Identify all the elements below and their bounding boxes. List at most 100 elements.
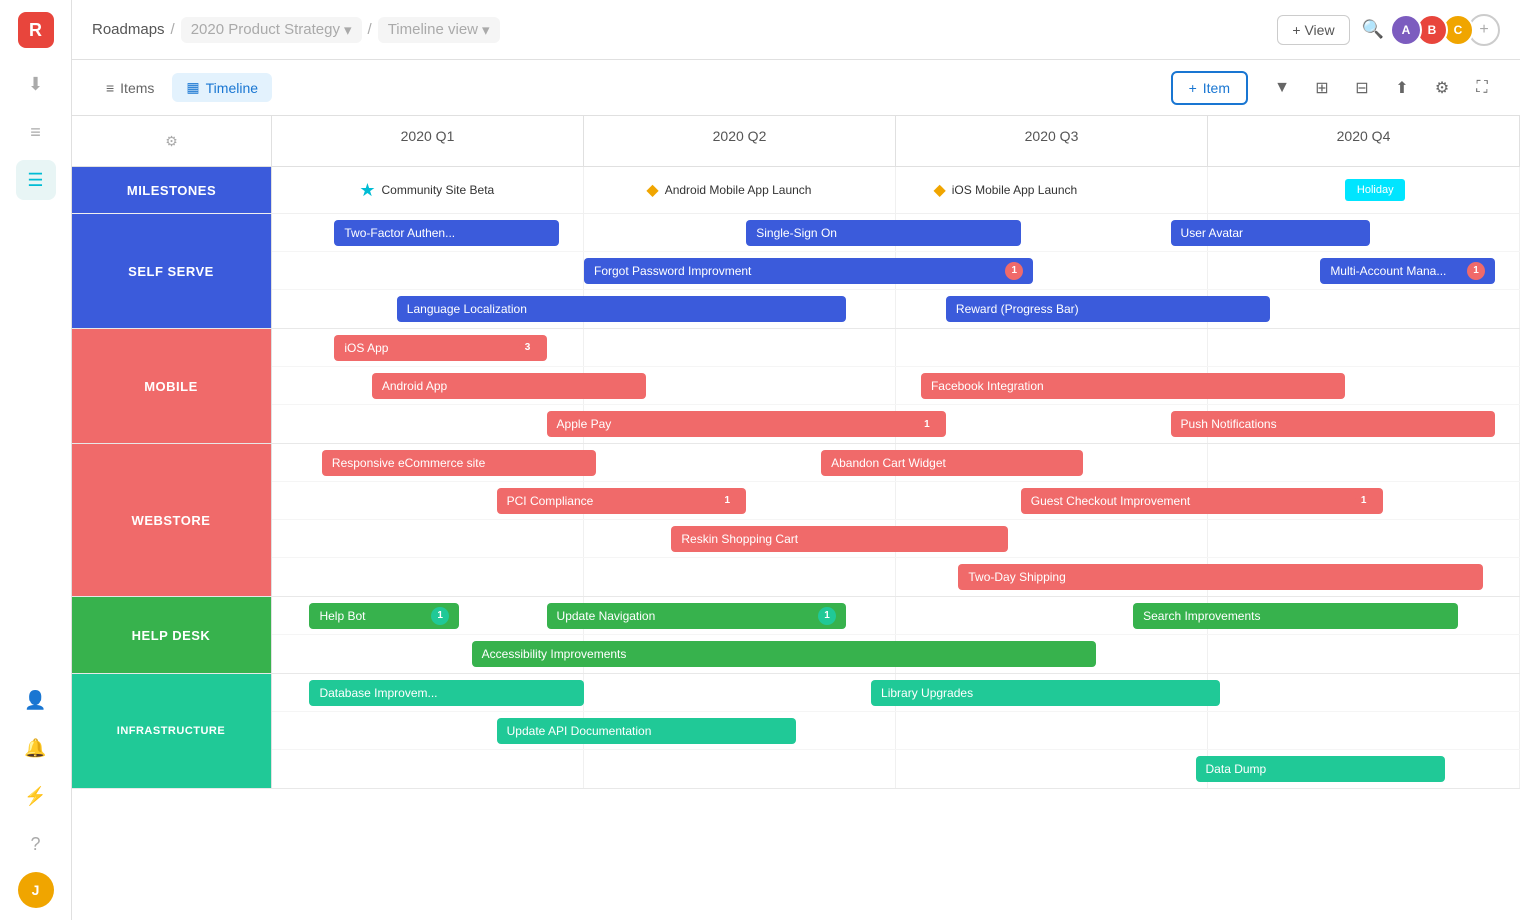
mobile-label-wrapper: MOBILE: [72, 329, 272, 443]
quarter-columns: 2020 Q1 2020 Q2 2020 Q3 2020 Q4: [272, 116, 1520, 166]
bar-pci-compliance[interactable]: PCI Compliance 1: [497, 488, 747, 514]
milestones-row: MILESTONES ★ Community Site Beta ◆ Andro…: [72, 167, 1520, 214]
bar-guest-checkout[interactable]: Guest Checkout Improvement 1: [1021, 488, 1383, 514]
item-row: Update API Documentation: [272, 712, 1520, 750]
settings-button[interactable]: ⚙: [1424, 70, 1460, 106]
bar-two-day-shipping[interactable]: Two-Day Shipping: [958, 564, 1482, 590]
bar-abandon-cart[interactable]: Abandon Cart Widget: [821, 450, 1083, 476]
bar-single-sign-on[interactable]: Single-Sign On: [746, 220, 1021, 246]
top-navigation: Roadmaps / 2020 Product Strategy ▾ / Tim…: [72, 0, 1520, 60]
project-dropdown[interactable]: 2020 Product Strategy ▾: [181, 17, 362, 43]
quarter-header: ⚙ 2020 Q1 2020 Q2 2020 Q3 2020 Q4: [72, 116, 1520, 167]
badge-nav: 1: [818, 607, 836, 625]
item-row: iOS App 3: [272, 329, 1520, 367]
view-dropdown[interactable]: Timeline view ▾: [378, 17, 500, 43]
app-logo[interactable]: R: [18, 12, 54, 48]
header-label-col: ⚙: [72, 116, 272, 166]
milestone-ios[interactable]: ◆ iOS Mobile App Launch: [933, 180, 1077, 200]
item-row: Two-Factor Authen... Single-Sign On User…: [272, 214, 1520, 252]
category-help-desk: HELP DESK Help Bot 1 Update Navigation 1…: [72, 597, 1520, 674]
item-row: Language Localization Reward (Progress B…: [272, 290, 1520, 328]
bar-facebook[interactable]: Facebook Integration: [921, 373, 1345, 399]
bar-language[interactable]: Language Localization: [397, 296, 846, 322]
toolbar: ≡ Items ▦ Timeline + Item ▼ ⊞ ⊟ ⬆ ⚙ ⛶: [72, 60, 1520, 116]
bar-database[interactable]: Database Improvem...: [309, 680, 584, 706]
tab-items[interactable]: ≡ Items: [92, 74, 168, 102]
sidebar: R ⬇ ≡ ☰ 👤 🔔 ⚡ ? J: [0, 0, 72, 920]
sidebar-bolt[interactable]: ⚡: [16, 776, 56, 816]
holiday-box: Holiday: [1345, 179, 1405, 201]
export-button[interactable]: ⬆: [1384, 70, 1420, 106]
bar-update-navigation[interactable]: Update Navigation 1: [547, 603, 847, 629]
self-serve-label: SELF SERVE: [72, 214, 272, 328]
sidebar-help[interactable]: ?: [16, 824, 56, 864]
plus-icon: +: [1189, 80, 1197, 96]
milestones-label: MILESTONES: [72, 167, 272, 213]
badge-pci: 1: [718, 492, 736, 510]
sidebar-list[interactable]: ≡: [16, 112, 56, 152]
bar-library-upgrades[interactable]: Library Upgrades: [871, 680, 1220, 706]
quarter-q3: 2020 Q3: [896, 116, 1208, 166]
badge-multi: 1: [1467, 262, 1485, 280]
add-view-button[interactable]: + View: [1277, 15, 1349, 45]
mobile-label: MOBILE: [72, 329, 272, 443]
bar-reward[interactable]: Reward (Progress Bar): [946, 296, 1270, 322]
webstore-label-wrapper: WEBSTORE: [72, 444, 272, 596]
bar-forgot-password[interactable]: Forgot Password Improvment 1: [584, 258, 1033, 284]
milestone-android[interactable]: ◆ Android Mobile App Launch: [646, 180, 811, 200]
bar-multi-account[interactable]: Multi-Account Mana... 1: [1320, 258, 1495, 284]
badge-forgot: 1: [1005, 262, 1023, 280]
item-row: Data Dump: [272, 750, 1520, 788]
search-icon[interactable]: 🔍: [1362, 19, 1384, 40]
star-icon: ★: [359, 180, 375, 201]
item-row: Forgot Password Improvment 1 Multi-Accou…: [272, 252, 1520, 290]
badge-apple-pay: 1: [918, 415, 936, 433]
bar-data-dump[interactable]: Data Dump: [1196, 756, 1446, 782]
list-icon: ≡: [106, 80, 114, 96]
avatar-1[interactable]: A: [1390, 14, 1422, 46]
tab-timeline[interactable]: ▦ Timeline: [172, 73, 272, 102]
add-item-button[interactable]: + Item: [1171, 71, 1248, 105]
webstore-rows: Responsive eCommerce site Abandon Cart W…: [272, 444, 1520, 596]
bar-user-avatar[interactable]: User Avatar: [1171, 220, 1371, 246]
milestone-holiday[interactable]: Holiday: [1345, 179, 1405, 201]
bar-apple-pay[interactable]: Apple Pay 1: [547, 411, 946, 437]
self-serve-label-wrapper: SELF SERVE: [72, 214, 272, 328]
badge-help-bot: 1: [431, 607, 449, 625]
sidebar-bell[interactable]: 🔔: [16, 728, 56, 768]
bar-update-api[interactable]: Update API Documentation: [497, 718, 797, 744]
sidebar-download[interactable]: ⬇: [16, 64, 56, 104]
timeline-settings-icon[interactable]: ⚙: [165, 133, 178, 150]
bar-push-notifications[interactable]: Push Notifications: [1171, 411, 1495, 437]
bar-reskin-cart[interactable]: Reskin Shopping Cart: [671, 526, 1008, 552]
toolbar-icons: ▼ ⊞ ⊟ ⬆ ⚙ ⛶: [1264, 70, 1500, 106]
sidebar-contacts[interactable]: 👤: [16, 680, 56, 720]
badge-ios: 3: [519, 339, 537, 357]
chevron-down-icon-2: ▾: [482, 21, 490, 39]
bar-accessibility[interactable]: Accessibility Improvements: [472, 641, 1096, 667]
view-switch-button[interactable]: ⊟: [1344, 70, 1380, 106]
sidebar-roadmap[interactable]: ☰: [16, 160, 56, 200]
breadcrumb: Roadmaps / 2020 Product Strategy ▾ / Tim…: [92, 17, 500, 43]
timeline-content[interactable]: ⚙ 2020 Q1 2020 Q2 2020 Q3 2020 Q4 MILEST…: [72, 116, 1520, 920]
user-avatar[interactable]: J: [18, 872, 54, 908]
item-row: Database Improvem... Library Upgrades: [272, 674, 1520, 712]
breadcrumb-root[interactable]: Roadmaps: [92, 21, 165, 38]
badge-guest: 1: [1355, 492, 1373, 510]
group-button[interactable]: ⊞: [1304, 70, 1340, 106]
bar-ios-app[interactable]: iOS App 3: [334, 335, 546, 361]
fullscreen-button[interactable]: ⛶: [1464, 70, 1500, 106]
bar-two-factor[interactable]: Two-Factor Authen...: [334, 220, 559, 246]
infrastructure-label-wrapper: INFRASTRUCTURE: [72, 674, 272, 788]
chevron-down-icon: ▾: [344, 21, 352, 39]
timeline-wrapper: ⚙ 2020 Q1 2020 Q2 2020 Q3 2020 Q4 MILEST…: [72, 116, 1520, 789]
milestone-community[interactable]: ★ Community Site Beta: [359, 180, 494, 201]
filter-button[interactable]: ▼: [1264, 70, 1300, 106]
bar-android-app[interactable]: Android App: [372, 373, 647, 399]
bar-responsive-ecommerce[interactable]: Responsive eCommerce site: [322, 450, 597, 476]
bar-search-improvements[interactable]: Search Improvements: [1133, 603, 1457, 629]
item-row: Reskin Shopping Cart: [272, 520, 1520, 558]
bar-help-bot[interactable]: Help Bot 1: [309, 603, 459, 629]
quarter-q1: 2020 Q1: [272, 116, 584, 166]
diamond-icon-android: ◆: [646, 180, 658, 200]
